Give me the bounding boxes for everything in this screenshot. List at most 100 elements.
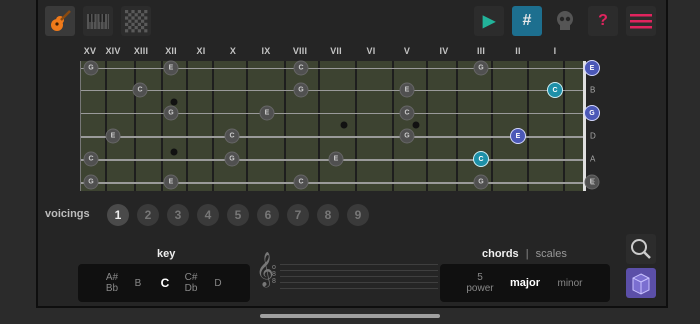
note-marker[interactable]: G bbox=[473, 174, 489, 190]
fret-wire bbox=[318, 61, 320, 191]
note-marker[interactable]: G bbox=[473, 60, 489, 76]
fret-wire bbox=[456, 61, 458, 191]
key-option[interactable]: D bbox=[214, 264, 221, 302]
string-name: B bbox=[590, 85, 596, 95]
note-marker[interactable]: C bbox=[132, 82, 148, 98]
chord-option-bottom: power bbox=[466, 283, 494, 294]
voicing-button[interactable]: 8 bbox=[317, 204, 339, 226]
key-option-top: C# bbox=[184, 272, 198, 283]
piano-icon bbox=[83, 6, 113, 36]
string-line bbox=[81, 113, 583, 114]
fret-wire bbox=[426, 61, 428, 191]
fret-wire bbox=[491, 61, 493, 191]
key-option[interactable]: A# Bb bbox=[106, 264, 118, 302]
voicing-button[interactable]: 9 bbox=[347, 204, 369, 226]
fret-number: XIV bbox=[105, 46, 121, 56]
checker-button[interactable] bbox=[121, 6, 151, 36]
fret-number: XII bbox=[165, 46, 177, 56]
string-line bbox=[81, 136, 583, 138]
fret-wire bbox=[134, 61, 136, 191]
voicing-button[interactable]: 4 bbox=[197, 204, 219, 226]
voicing-button[interactable]: 6 bbox=[257, 204, 279, 226]
chord-picker[interactable]: 5 power major minor bbox=[440, 264, 610, 302]
tab-chords[interactable]: chords bbox=[482, 248, 519, 260]
string-line bbox=[81, 68, 583, 69]
note-marker[interactable]: C bbox=[293, 60, 309, 76]
search-button[interactable] bbox=[626, 234, 656, 264]
piano-button[interactable] bbox=[83, 6, 113, 36]
fret-number: II bbox=[515, 46, 521, 56]
home-indicator bbox=[260, 314, 440, 318]
string-line bbox=[81, 182, 583, 184]
fret-inlay bbox=[340, 121, 348, 129]
fret-number: III bbox=[476, 46, 486, 56]
skull-button[interactable] bbox=[550, 6, 580, 36]
voicing-button[interactable]: 7 bbox=[287, 204, 309, 226]
note-marker[interactable]: G bbox=[293, 82, 309, 98]
voicing-button[interactable]: 5 bbox=[227, 204, 249, 226]
chord-option[interactable]: minor bbox=[557, 264, 582, 302]
guitar-button[interactable] bbox=[45, 6, 75, 36]
fret-wire bbox=[284, 61, 286, 191]
note-marker[interactable]: C bbox=[293, 174, 309, 190]
note-marker[interactable]: C bbox=[83, 151, 99, 167]
note-marker[interactable]: G bbox=[584, 105, 600, 121]
play-button[interactable]: ▶ bbox=[474, 6, 504, 36]
note-marker[interactable]: E bbox=[399, 82, 415, 98]
note-marker[interactable]: C bbox=[547, 82, 563, 98]
help-button[interactable]: ? bbox=[588, 6, 618, 36]
note-marker[interactable]: C bbox=[224, 128, 240, 144]
note-marker[interactable]: E bbox=[510, 128, 526, 144]
fret-wire bbox=[563, 61, 565, 191]
help-icon: ? bbox=[598, 12, 608, 29]
fret-number: VIII bbox=[292, 46, 308, 56]
note-marker[interactable]: G bbox=[163, 105, 179, 121]
note-marker[interactable]: E bbox=[105, 128, 121, 144]
checker-icon bbox=[121, 6, 151, 36]
key-option[interactable]: C bbox=[161, 264, 170, 302]
fretboard[interactable] bbox=[80, 61, 586, 191]
voicing-button[interactable]: 3 bbox=[167, 204, 189, 226]
key-option[interactable]: C# Db bbox=[185, 264, 198, 302]
note-marker[interactable]: G bbox=[224, 151, 240, 167]
mode-tabs: chords | scales bbox=[482, 248, 567, 260]
menu-button[interactable] bbox=[626, 6, 656, 36]
note-marker[interactable]: E bbox=[584, 60, 600, 76]
dice-button[interactable] bbox=[626, 268, 656, 298]
fret-number: XI bbox=[196, 46, 206, 56]
chord-option[interactable]: 5 power bbox=[466, 264, 493, 302]
note-marker[interactable]: G bbox=[83, 174, 99, 190]
note-marker[interactable]: E bbox=[163, 60, 179, 76]
key-option-bottom: Db bbox=[184, 283, 198, 294]
menu-icon bbox=[630, 12, 652, 30]
voicing-button[interactable]: 2 bbox=[137, 204, 159, 226]
fret-number: X bbox=[229, 46, 237, 56]
note-marker[interactable]: E bbox=[328, 151, 344, 167]
note-marker[interactable]: C bbox=[399, 105, 415, 121]
note-marker[interactable]: C bbox=[473, 151, 489, 167]
fret-number: V bbox=[403, 46, 411, 56]
key-option[interactable]: B bbox=[135, 264, 142, 302]
dice-icon bbox=[632, 273, 650, 295]
voicing-button[interactable]: 1 bbox=[107, 204, 129, 226]
search-icon bbox=[631, 239, 651, 259]
note-marker[interactable]: E bbox=[163, 174, 179, 190]
fret-wire bbox=[355, 61, 357, 191]
chord-option-top: minor bbox=[557, 277, 583, 289]
fret-number: IV bbox=[439, 46, 449, 56]
fret-wire bbox=[527, 61, 529, 191]
key-picker[interactable]: A# Bb B C C# Db D bbox=[78, 264, 250, 302]
tab-scales[interactable]: scales bbox=[536, 248, 567, 260]
note-marker[interactable]: E bbox=[259, 105, 275, 121]
string-name: D bbox=[590, 131, 596, 141]
string-name: A bbox=[590, 154, 596, 164]
sharp-button[interactable]: # bbox=[512, 6, 542, 36]
string-name: E bbox=[590, 177, 596, 187]
fret-number: VII bbox=[330, 46, 342, 56]
note-marker[interactable]: G bbox=[399, 128, 415, 144]
fret-wire bbox=[212, 61, 214, 191]
chord-option[interactable]: major bbox=[510, 264, 540, 302]
fret-inlay bbox=[170, 148, 178, 156]
note-marker[interactable]: G bbox=[83, 60, 99, 76]
chord-option-top: major bbox=[510, 276, 540, 289]
